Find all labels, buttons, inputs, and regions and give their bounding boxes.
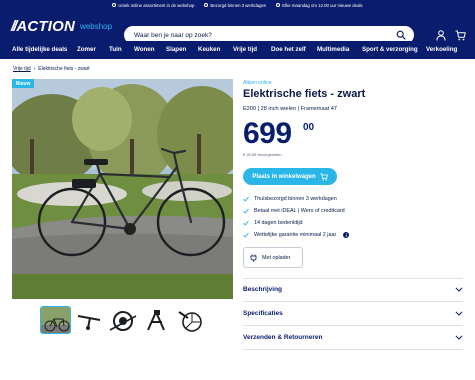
- variant-label: Met oplader: [262, 254, 291, 261]
- product-usp: Thuisbezorgd binnen 3 werkdagen: [243, 193, 349, 205]
- usp-text: Bezorgd binnen 3 werkdagen: [210, 2, 267, 8]
- product-subtitle: E200 | 28 inch wielen | Framemaat 47: [243, 106, 338, 112]
- accordion-description[interactable]: Beschrijving: [243, 278, 463, 302]
- product-title: Elektrische fiets - zwart: [243, 88, 366, 100]
- nav-item-tuin[interactable]: Tuin: [109, 46, 122, 53]
- usp-item: Bezorgd binnen 3 werkdagen: [204, 3, 266, 8]
- product-usp-text: 14 dagen bedenktijd: [254, 220, 303, 226]
- product-usp: Betaal met iDEAL | Wero of creditcard: [243, 205, 349, 217]
- availability-label: Alleen online: [243, 80, 272, 86]
- product-usp-text: Betaal met iDEAL | Wero of creditcard: [254, 208, 345, 214]
- search-input[interactable]: [134, 28, 384, 42]
- plug-icon: [250, 254, 257, 262]
- thumbnail-strip: [40, 306, 207, 334]
- usp-text: Elke maandag om 12.00 uur nieuwe deals: [282, 2, 363, 8]
- nav-item-slapen[interactable]: Slapen: [166, 46, 186, 53]
- accordion-label: Verzenden & Retourneren: [243, 334, 323, 341]
- cart-icon[interactable]: [455, 30, 466, 41]
- breadcrumb: Vrije tijd › Elektrische fiets - zwart: [13, 66, 90, 72]
- shipping-cost-note: € 25,95 bezorgkosten: [243, 152, 282, 157]
- thumbnail-image: [108, 306, 139, 334]
- thumbnail[interactable]: [176, 306, 207, 334]
- nav-item-multimedia[interactable]: Multimedia: [317, 46, 349, 53]
- check-circle-icon: [112, 3, 117, 7]
- usp-bar: Uniek online assortiment in de webshop B…: [0, 0, 475, 10]
- thumbnail-image: [142, 306, 173, 334]
- logo-subtitle: webshop: [80, 22, 113, 31]
- product-usp: 14 dagen bedenktijd: [243, 217, 349, 229]
- thumbnail-image: [74, 306, 105, 334]
- main-nav: Alle tijdelijke deals Zomer Tuin Wonen S…: [0, 41, 475, 59]
- product-usp-list: Thuisbezorgd binnen 3 werkdagen Betaal m…: [243, 193, 350, 241]
- thumbnail[interactable]: [108, 306, 139, 334]
- product-usp-text: Thuisbezorgd binnen 3 werkdagen: [254, 196, 337, 202]
- breadcrumb-separator: ›: [33, 66, 36, 72]
- usp-text: Uniek online assortiment in de webshop: [118, 2, 195, 8]
- chevron-down-icon: [455, 311, 463, 316]
- check-icon: [243, 196, 249, 202]
- thumbnail-image: [41, 307, 70, 333]
- check-icon: [243, 208, 249, 214]
- usp-item: Uniek online assortiment in de webshop: [112, 3, 194, 8]
- breadcrumb-current: Elektrische fiets - zwart: [38, 66, 90, 72]
- clock-icon: [276, 3, 281, 7]
- logo-slashes: //: [11, 17, 18, 35]
- nav-item-verkoeling[interactable]: Verkoeling: [426, 46, 457, 53]
- nav-item-keuken[interactable]: Keuken: [198, 46, 220, 53]
- thumbnail[interactable]: [142, 306, 173, 334]
- logo-text: ACTION: [16, 17, 76, 35]
- user-icon[interactable]: [436, 30, 446, 41]
- variant-option[interactable]: Met oplader: [243, 247, 303, 268]
- check-icon: [243, 232, 249, 238]
- product-usp-text: Wettelijke garantie minimaal 2 jaar: [254, 232, 337, 238]
- accordion-label: Beschrijving: [243, 286, 283, 293]
- product-usp: Wettelijke garantie minimaal 2 jaar i: [243, 229, 350, 241]
- logo[interactable]: // ACTION webshop: [11, 17, 113, 35]
- check-icon: [243, 220, 249, 226]
- nav-item-sport[interactable]: Sport & verzorging: [362, 46, 418, 53]
- nav-item-deals[interactable]: Alle tijdelijke deals: [12, 46, 67, 53]
- thumbnail[interactable]: [40, 306, 71, 334]
- accordion-shipping-returns[interactable]: Verzenden & Retourneren: [243, 326, 463, 350]
- truck-icon: [204, 3, 209, 7]
- chevron-down-icon: [455, 287, 463, 292]
- nav-item-zomer[interactable]: Zomer: [77, 46, 96, 53]
- usp-item: Elke maandag om 12.00 uur nieuwe deals: [276, 2, 363, 8]
- product-main-image[interactable]: [12, 79, 233, 299]
- breadcrumb-link-vrije-tijd[interactable]: Vrije tijd: [13, 66, 31, 72]
- accordion-specifications[interactable]: Specificaties: [243, 302, 463, 326]
- search-icon[interactable]: [396, 30, 406, 40]
- thumbnail[interactable]: [74, 306, 105, 334]
- accordion-label: Specificaties: [243, 310, 283, 317]
- header: // ACTION webshop: [0, 10, 475, 44]
- chevron-down-icon: [455, 335, 463, 340]
- new-badge: Nieuw: [12, 79, 34, 88]
- price-main: 699: [243, 117, 292, 150]
- add-to-cart-button[interactable]: Plaats in winkelwagen: [243, 168, 337, 185]
- info-icon[interactable]: i: [343, 232, 350, 238]
- cart-icon: [320, 172, 328, 181]
- add-to-cart-label: Plaats in winkelwagen: [252, 173, 316, 180]
- price-cents: 00: [303, 122, 315, 133]
- nav-item-vrije-tijd[interactable]: Vrije tijd: [233, 46, 257, 53]
- nav-item-wonen[interactable]: Wonen: [134, 46, 155, 53]
- thumbnail-image: [176, 306, 207, 334]
- bike-photo: [12, 79, 233, 299]
- nav-item-doe-het-zelf[interactable]: Doe het zelf: [271, 46, 306, 53]
